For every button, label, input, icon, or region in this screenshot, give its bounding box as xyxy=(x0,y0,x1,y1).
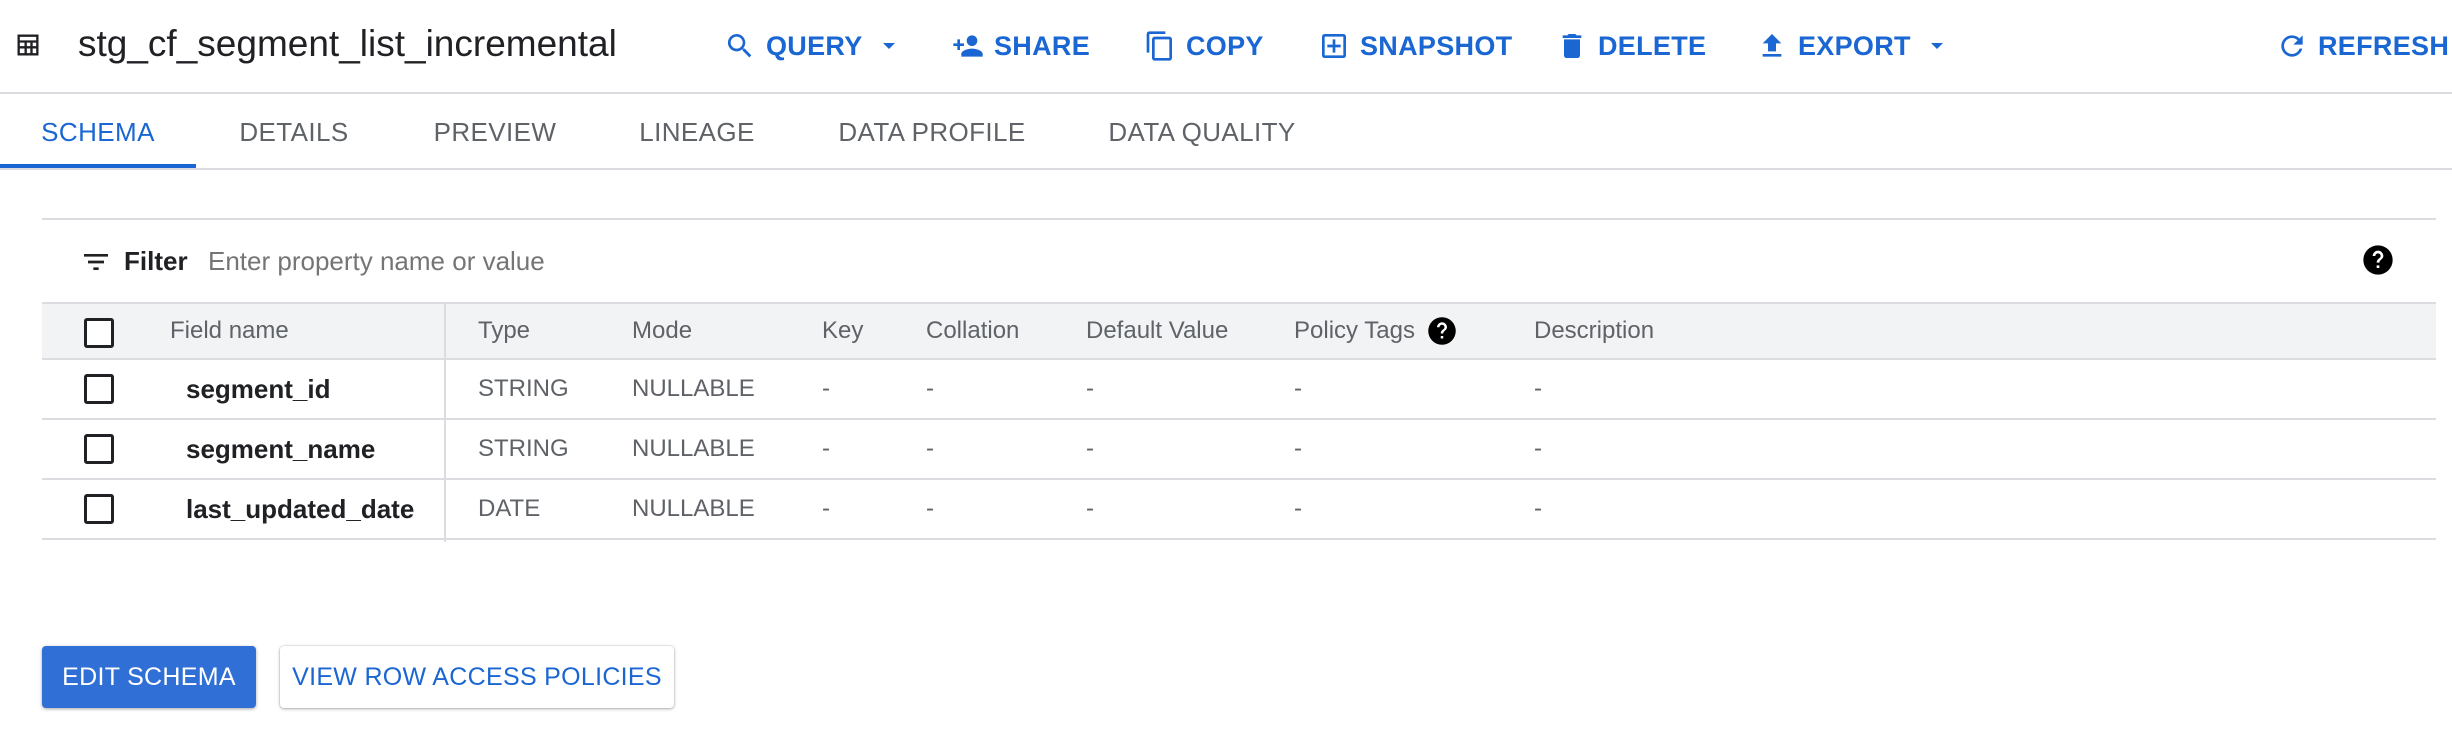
policy-tags-label: Policy Tags xyxy=(1294,317,1415,344)
trash-icon xyxy=(1562,34,1582,58)
tab-schema[interactable]: SCHEMA xyxy=(0,94,196,170)
key-cell: - xyxy=(822,435,830,462)
mode-cell: NULLABLE xyxy=(632,375,755,402)
export-button[interactable]: EXPORT xyxy=(1756,26,1949,66)
column-header-policy-tags: Policy Tags xyxy=(1294,304,1457,358)
refresh-icon xyxy=(2281,35,2303,57)
table-row: last_updated_date DATE NULLABLE - - - - … xyxy=(42,480,2436,540)
schema-panel: Filter Field name Type Mode Key Collatio… xyxy=(42,218,2436,542)
tab-data-profile[interactable]: DATA PROFILE xyxy=(832,94,1032,170)
column-header-description: Description xyxy=(1534,317,1655,344)
default-value-cell: - xyxy=(1086,495,1094,522)
row-checkbox[interactable] xyxy=(84,494,114,524)
delete-button[interactable]: DELETE xyxy=(1556,26,1706,66)
filter-icon[interactable] xyxy=(80,246,112,278)
query-button[interactable]: QUERY xyxy=(724,26,901,66)
chevron-down-icon xyxy=(1930,43,1943,49)
upload-icon xyxy=(1762,34,1782,57)
share-label: SHARE xyxy=(994,30,1091,61)
refresh-label: REFRESH xyxy=(2318,30,2450,61)
export-label: EXPORT xyxy=(1798,30,1911,61)
share-button[interactable]: SHARE xyxy=(952,26,1090,66)
table-header: stg_cf_segment_list_incremental QUERY SH… xyxy=(0,0,2452,94)
column-header-mode: Mode xyxy=(632,317,693,344)
help-icon[interactable] xyxy=(1427,316,1457,346)
description-cell: - xyxy=(1534,375,1542,402)
key-cell: - xyxy=(822,495,830,522)
view-row-access-policies-button[interactable]: VIEW ROW ACCESS POLICIES xyxy=(280,646,674,708)
chevron-down-icon xyxy=(882,43,895,49)
person-add-icon xyxy=(953,35,983,57)
help-icon[interactable] xyxy=(2362,244,2394,276)
column-divider xyxy=(444,302,446,542)
snapshot-button[interactable]: SNAPSHOT xyxy=(1318,26,1512,66)
search-icon xyxy=(727,34,752,58)
refresh-button[interactable]: REFRESH xyxy=(2276,26,2449,66)
query-label: QUERY xyxy=(766,30,863,61)
field-name-cell: segment_name xyxy=(186,433,376,464)
policy-tags-cell: - xyxy=(1294,375,1302,402)
row-checkbox[interactable] xyxy=(84,434,114,464)
description-cell: - xyxy=(1534,435,1542,462)
type-cell: DATE xyxy=(478,495,541,522)
select-all-checkbox[interactable] xyxy=(84,318,114,348)
collation-cell: - xyxy=(926,375,934,402)
collation-cell: - xyxy=(926,435,934,462)
column-header-key: Key xyxy=(822,317,864,344)
type-cell: STRING xyxy=(478,375,569,402)
page-title: stg_cf_segment_list_incremental xyxy=(78,23,617,64)
row-checkbox[interactable] xyxy=(84,374,114,404)
column-header-type: Type xyxy=(478,317,531,344)
table-header-row: Field name Type Mode Key Collation Defau… xyxy=(42,302,2436,360)
tab-bar: SCHEMA DETAILS PREVIEW LINEAGE DATA PROF… xyxy=(0,94,2452,170)
policy-tags-cell: - xyxy=(1294,435,1302,462)
edit-schema-button[interactable]: EDIT SCHEMA xyxy=(42,646,256,708)
copy-button[interactable]: COPY xyxy=(1144,26,1264,66)
table-row: segment_name STRING NULLABLE - - - - - xyxy=(42,420,2436,480)
snapshot-label: SNAPSHOT xyxy=(1360,30,1513,61)
filter-label: Filter xyxy=(124,246,188,276)
table-icon xyxy=(17,34,39,56)
column-header-collation: Collation xyxy=(926,317,1020,344)
collation-cell: - xyxy=(926,495,934,522)
description-cell: - xyxy=(1534,495,1542,522)
type-cell: STRING xyxy=(478,435,569,462)
tab-details[interactable]: DETAILS xyxy=(216,94,372,170)
copy-label: COPY xyxy=(1186,30,1264,61)
tab-preview[interactable]: PREVIEW xyxy=(420,94,570,170)
table-row: segment_id STRING NULLABLE - - - - - xyxy=(42,360,2436,420)
default-value-cell: - xyxy=(1086,375,1094,402)
field-name-cell: segment_id xyxy=(186,373,331,404)
delete-label: DELETE xyxy=(1598,30,1707,61)
tab-lineage[interactable]: LINEAGE xyxy=(622,94,772,170)
key-cell: - xyxy=(822,375,830,402)
tab-data-quality[interactable]: DATA QUALITY xyxy=(1102,94,1302,170)
active-tab-indicator xyxy=(0,164,196,168)
filter-bar: Filter xyxy=(42,220,2436,302)
copy-icon xyxy=(1146,31,1172,61)
column-header-default-value: Default Value xyxy=(1086,317,1229,344)
filter-input[interactable] xyxy=(208,240,1208,282)
mode-cell: NULLABLE xyxy=(632,435,755,462)
field-name-cell: last_updated_date xyxy=(186,493,415,524)
default-value-cell: - xyxy=(1086,435,1094,462)
policy-tags-cell: - xyxy=(1294,495,1302,522)
mode-cell: NULLABLE xyxy=(632,495,755,522)
snapshot-icon xyxy=(1322,34,1346,58)
column-header-field-name: Field name xyxy=(170,317,289,344)
